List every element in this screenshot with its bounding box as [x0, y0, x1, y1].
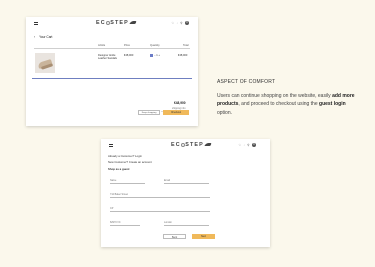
- nav-icon-group: ♡ ◦ ⚲ 0: [169, 21, 189, 26]
- next-button[interactable]: Next: [192, 234, 215, 239]
- search-icon[interactable]: ⚲: [247, 143, 249, 147]
- cart-screen-mockup: EC STEP ♡ ◦ ⚲ 0 ‹ Your Cart Article Price Qua…: [26, 17, 198, 126]
- page-title: Your Cart: [39, 35, 53, 39]
- item-divider: [32, 78, 192, 79]
- email-field[interactable]: Email: [164, 179, 209, 184]
- plus-icon[interactable]: +: [158, 54, 160, 57]
- product-image[interactable]: [35, 53, 55, 73]
- city-field[interactable]: CP: [110, 207, 210, 212]
- item-name[interactable]: Designer Ankle Leather Sandals: [98, 54, 120, 61]
- login-link[interactable]: Already a Customer? Login: [108, 154, 142, 158]
- item-total: €48,900: [178, 54, 188, 57]
- item-price: €48,900: [124, 54, 134, 57]
- header-article: Article: [98, 44, 106, 47]
- bag-icon[interactable]: 0: [184, 21, 189, 26]
- annotation-body: Users can continue shopping on the websi…: [217, 93, 355, 116]
- header-total: Total: [183, 44, 189, 47]
- back-button[interactable]: Back: [163, 234, 186, 239]
- comfort-annotation: ASPECT OF COMFORT Users can continue sho…: [217, 79, 362, 117]
- top-nav: EC STEP ♡ ◦ ⚲ 0: [101, 139, 270, 153]
- address-field[interactable]: 712 Baker Street: [110, 193, 210, 198]
- brand-logo[interactable]: EC STEP: [96, 20, 137, 26]
- country-field[interactable]: London: [164, 221, 209, 226]
- nav-icon-group: ♡ ◦ ⚲ 0: [236, 143, 256, 148]
- header-price: Price: [124, 44, 130, 47]
- bag-icon[interactable]: 0: [251, 143, 256, 148]
- zip-field[interactable]: 82970 VC: [110, 221, 140, 226]
- cart-title-row: ‹ Your Cart: [34, 35, 52, 39]
- checkout-screen-mockup: EC STEP ♡ ◦ ⚲ 0 Already a Customer? Login Ne…: [101, 139, 270, 247]
- keep-shopping-button[interactable]: Keep shopping: [138, 110, 160, 115]
- user-icon[interactable]: ◦: [244, 143, 245, 147]
- header-quantity: Quantity: [150, 44, 160, 47]
- header-divider: [34, 48, 190, 49]
- search-icon[interactable]: ⚲: [180, 21, 182, 25]
- top-nav: EC STEP ♡ ◦ ⚲ 0: [26, 17, 198, 31]
- color-swatch: [150, 54, 153, 57]
- shoe-icon: [129, 21, 137, 24]
- heart-icon[interactable]: ♡: [172, 21, 175, 25]
- hamburger-menu-icon[interactable]: [109, 144, 113, 147]
- hamburger-menu-icon[interactable]: [34, 22, 38, 25]
- shoe-icon: [204, 143, 212, 146]
- first-name-field[interactable]: Name: [110, 179, 145, 184]
- heart-icon[interactable]: ♡: [239, 143, 242, 147]
- cart-total: €48,900: [174, 101, 186, 105]
- user-icon[interactable]: ◦: [177, 21, 178, 25]
- quantity-stepper[interactable]: − 1 +: [150, 54, 160, 57]
- checkout-button[interactable]: Checkout: [163, 110, 189, 115]
- back-chevron-icon[interactable]: ‹: [34, 35, 35, 39]
- annotation-title: ASPECT OF COMFORT: [217, 79, 276, 85]
- guest-heading: Shop as a guest: [108, 167, 130, 171]
- create-account-link[interactable]: New Customer? Create an account: [108, 160, 152, 164]
- brand-logo[interactable]: EC STEP: [171, 142, 212, 148]
